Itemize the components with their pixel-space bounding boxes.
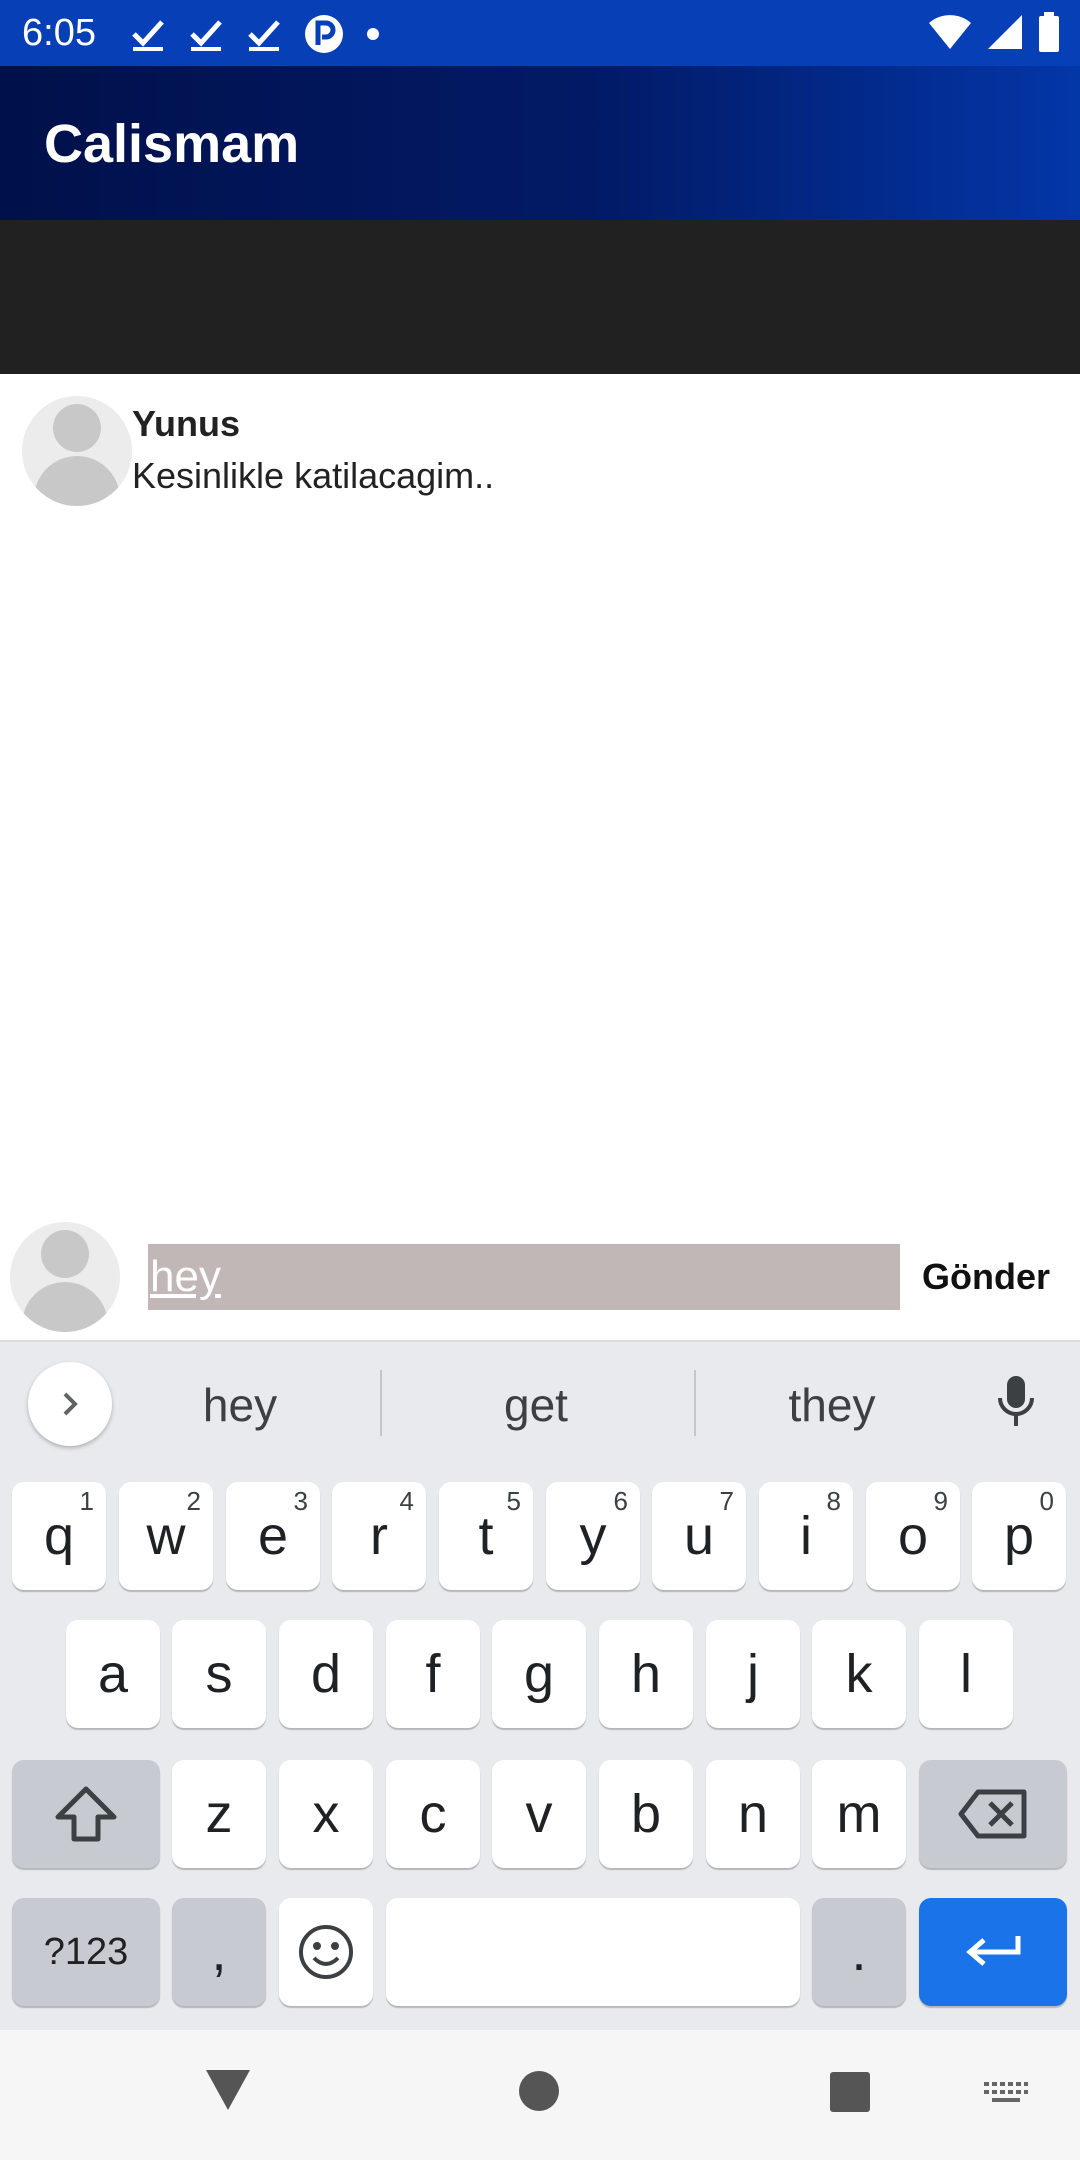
chevron-right-icon (63, 1392, 78, 1416)
message-author: Yunus (132, 403, 241, 444)
message-item[interactable]: Yunus Kesinlikle katilacagim.. (0, 374, 1080, 524)
suggestion-divider (380, 1370, 382, 1436)
status-bar: 6:05 (0, 0, 1080, 66)
keyboard-divider (0, 1340, 1080, 1342)
microphone-icon[interactable] (996, 1374, 1036, 1430)
key-j[interactable]: j (706, 1620, 800, 1728)
key-d[interactable]: d (279, 1620, 373, 1728)
suggestion-3[interactable]: they (732, 1370, 932, 1440)
backspace-icon (958, 1789, 1027, 1839)
key-v[interactable]: v (492, 1760, 586, 1868)
app-notification-icon (305, 15, 343, 53)
navigation-bar (0, 2030, 1080, 2160)
key-c[interactable]: c (386, 1760, 480, 1868)
key-k[interactable]: k (812, 1620, 906, 1728)
key-m[interactable]: m (812, 1760, 906, 1868)
enter-icon (966, 1936, 1021, 1966)
space-key[interactable] (386, 1898, 800, 2006)
shift-key[interactable] (12, 1760, 160, 1868)
backspace-key[interactable] (919, 1760, 1067, 1868)
key-s[interactable]: s (172, 1620, 266, 1728)
key-f[interactable]: f (386, 1620, 480, 1728)
key-n[interactable]: n (706, 1760, 800, 1868)
key-y[interactable]: y6 (546, 1482, 640, 1590)
key-e[interactable]: e3 (226, 1482, 320, 1590)
emoji-key[interactable] (279, 1898, 373, 2006)
suggestion-divider (694, 1370, 696, 1436)
comma-key[interactable]: , (172, 1898, 266, 2006)
check-icon (132, 20, 164, 51)
key-q[interactable]: q1 (12, 1482, 106, 1590)
check-icon (248, 20, 280, 51)
key-i[interactable]: i8 (759, 1482, 853, 1590)
avatar (10, 1222, 120, 1332)
app-title: Calismam (44, 114, 300, 174)
signal-icon (988, 15, 1022, 49)
key-p[interactable]: p0 (972, 1482, 1066, 1590)
enter-key[interactable] (919, 1898, 1067, 2006)
wifi-icon (929, 15, 971, 49)
app-bar: Calismam (0, 66, 1080, 220)
key-x[interactable]: x (279, 1760, 373, 1868)
notification-icons (130, 14, 380, 54)
shift-icon (55, 1786, 117, 1842)
send-button[interactable]: Gönder (922, 1244, 1050, 1310)
key-r[interactable]: r4 (332, 1482, 426, 1590)
key-w[interactable]: w2 (119, 1482, 213, 1590)
soft-keyboard: hey get they q1 w2 e3 r4 t5 y6 u7 i8 o9 … (0, 1340, 1080, 2030)
symbols-key[interactable]: ?123 (12, 1898, 160, 2006)
key-t[interactable]: t5 (439, 1482, 533, 1590)
key-b[interactable]: b (599, 1760, 693, 1868)
key-z[interactable]: z (172, 1760, 266, 1868)
period-key[interactable]: . (812, 1898, 906, 2006)
system-icons (928, 12, 1060, 52)
battery-icon (1039, 12, 1059, 52)
key-u[interactable]: u7 (652, 1482, 746, 1590)
emoji-icon (299, 1925, 353, 1979)
back-icon[interactable] (204, 2068, 252, 2112)
dot-icon (367, 28, 379, 40)
key-o[interactable]: o9 (866, 1482, 960, 1590)
home-icon[interactable] (518, 2070, 560, 2112)
suggestion-2[interactable]: get (436, 1370, 636, 1440)
key-a[interactable]: a (66, 1620, 160, 1728)
check-icon (190, 20, 222, 51)
suggestion-expand-button[interactable] (28, 1362, 112, 1446)
message-input[interactable]: hey (148, 1244, 900, 1310)
recents-icon[interactable] (830, 2072, 870, 2112)
message-input-value: hey (150, 1252, 221, 1301)
message-composer: hey Gönder (0, 1216, 1080, 1340)
key-g[interactable]: g (492, 1620, 586, 1728)
status-time: 6:05 (22, 12, 96, 54)
avatar (22, 396, 132, 506)
keyboard-switch-icon[interactable] (984, 2082, 1028, 2108)
message-text: Kesinlikle katilacagim.. (132, 455, 495, 496)
header-strip (0, 220, 1080, 374)
key-l[interactable]: l (919, 1620, 1013, 1728)
key-h[interactable]: h (599, 1620, 693, 1728)
suggestion-1[interactable]: hey (140, 1370, 340, 1440)
